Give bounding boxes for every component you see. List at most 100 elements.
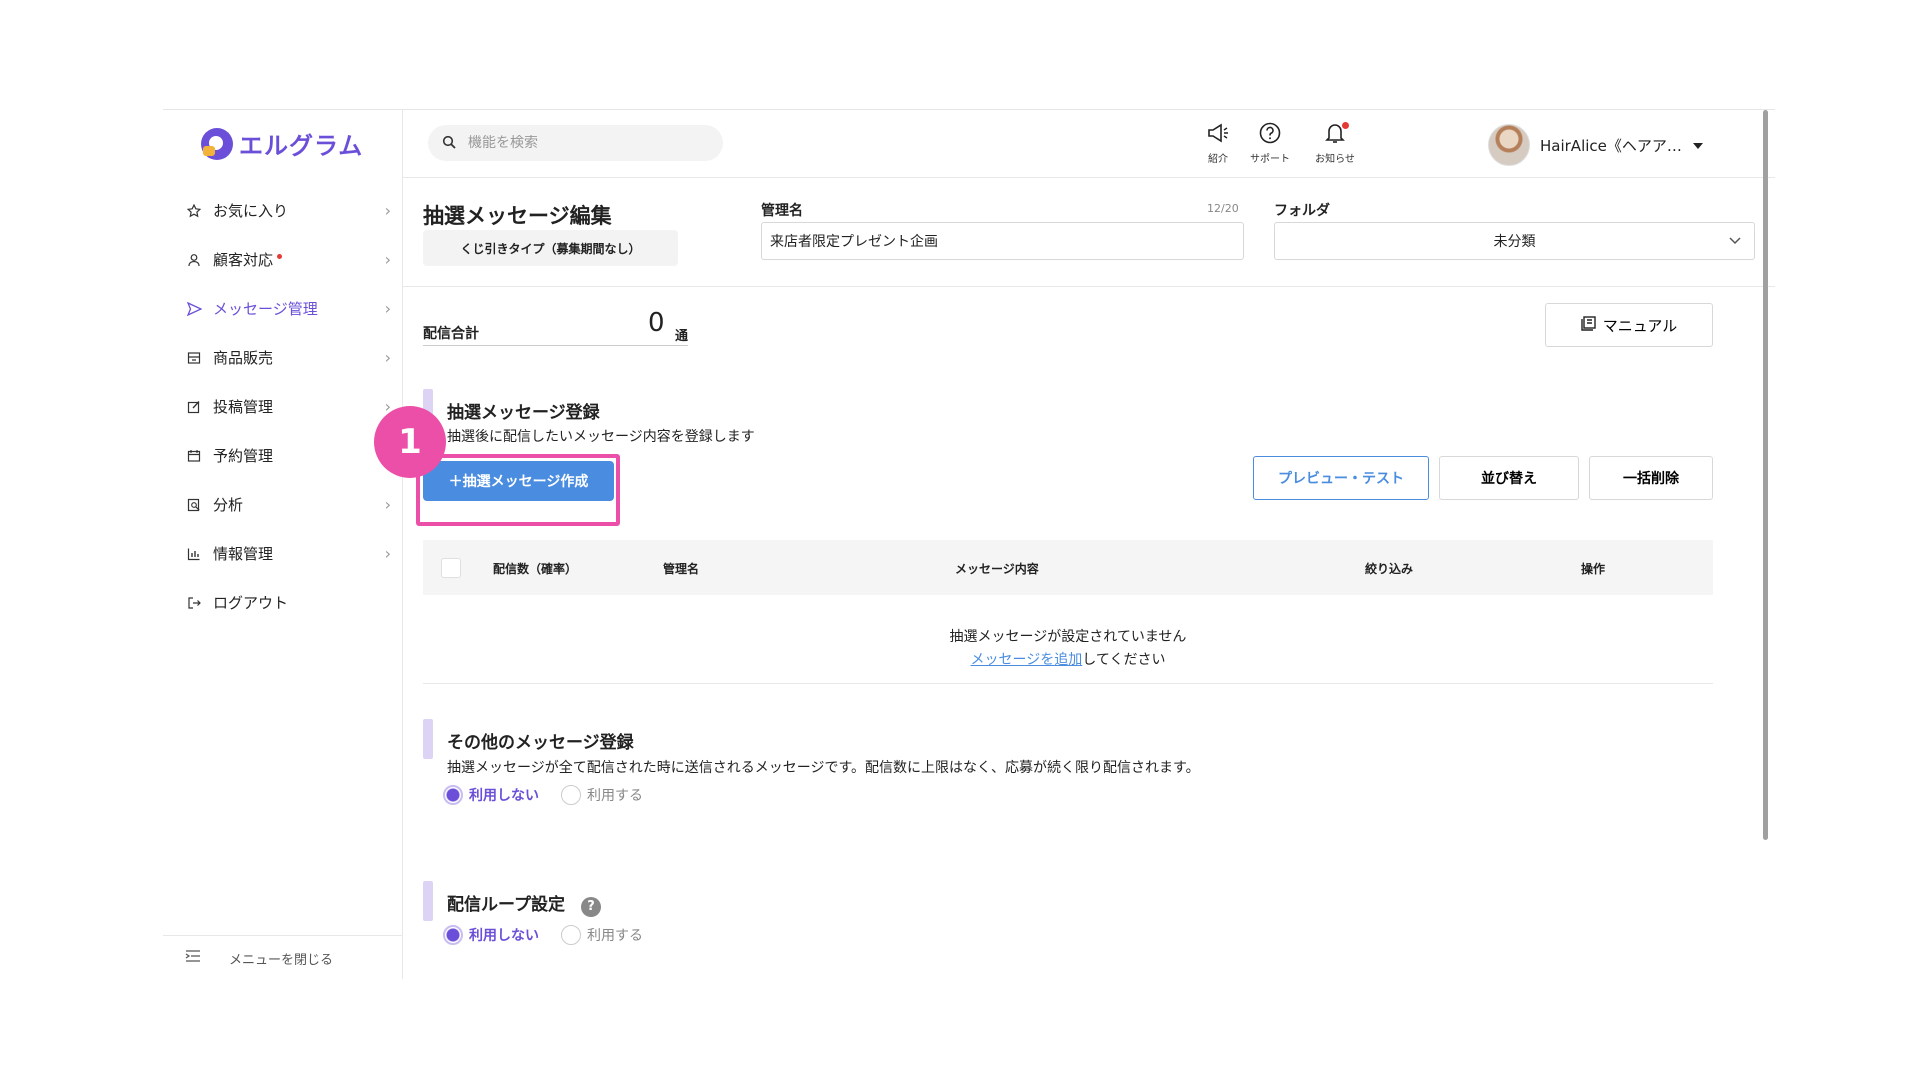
chevron-right-icon: › (384, 544, 391, 563)
notification-dot (277, 254, 283, 259)
book-icon (1581, 315, 1597, 335)
folder-value: 未分類 (1493, 234, 1536, 250)
preview-test-button[interactable]: プレビュー・テスト (1253, 456, 1429, 500)
sidebar-item-label: 投稿管理 (213, 398, 274, 416)
close-menu-button[interactable]: メニューを閉じる (163, 935, 403, 979)
analysis-icon (185, 496, 203, 514)
column-header: メッセージ内容 (955, 562, 1039, 576)
close-menu-label: メニューを閉じる (229, 952, 334, 968)
user-menu[interactable]: HairAlice《ヘアア… (1488, 124, 1704, 166)
help-icon[interactable]: ? (580, 896, 601, 917)
chevron-right-icon: › (384, 250, 391, 269)
select-all-checkbox[interactable] (441, 558, 461, 578)
sidebar-item-label: 顧客対応 (213, 251, 274, 269)
sidebar-item-label: お気に入り (213, 202, 289, 220)
logo[interactable]: エルグラム (201, 126, 363, 161)
loop-option-on[interactable]: 利用する (561, 925, 643, 945)
bulk-delete-button[interactable]: 一括削除 (1589, 456, 1713, 500)
table-header: 配信数（確率） 管理名 メッセージ内容 絞り込み 操作 (423, 540, 1713, 595)
sort-button[interactable]: 並び替え (1439, 456, 1579, 500)
radio-label: 利用しない (469, 788, 539, 804)
sidebar-nav: お気に入り › 顧客対応 › メッセージ管理 › 商品販売 › 投稿管理 › 予… (163, 186, 403, 627)
other-option-on[interactable]: 利用する (561, 785, 643, 805)
chevron-down-icon (1728, 233, 1742, 251)
loop-radio-group: 利用しない 利用する (443, 925, 643, 945)
loop-title-text: 配信ループ設定 (447, 895, 565, 915)
star-icon (185, 202, 203, 220)
menu-collapse-icon (185, 949, 201, 967)
chevron-right-icon: › (384, 495, 391, 514)
sidebar-item-label: 情報管理 (213, 545, 274, 563)
name-counter: 12/20 (1207, 202, 1239, 215)
sidebar-item-label: 分析 (213, 496, 244, 514)
section-bar (423, 881, 433, 921)
sidebar-item-customer[interactable]: 顧客対応 › (163, 235, 403, 284)
store-icon (185, 349, 203, 367)
folder-select[interactable]: 未分類 (1274, 222, 1755, 260)
sidebar-item-reservations[interactable]: 予約管理 (163, 431, 403, 480)
sidebar-item-analysis[interactable]: 分析 › (163, 480, 403, 529)
sidebar-item-label: ログアウト (213, 594, 289, 612)
radio-label: 利用する (587, 788, 643, 804)
search-input[interactable] (468, 135, 698, 151)
chevron-right-icon: › (384, 299, 391, 318)
chevron-right-icon: › (384, 348, 391, 367)
user-name: HairAlice《ヘアア… (1540, 136, 1682, 155)
search-icon (442, 134, 456, 153)
empty-message: 抽選メッセージが設定されていません (949, 629, 1187, 645)
search-box (428, 125, 723, 161)
name-field[interactable]: 来店者限定プレゼント企画 (761, 222, 1244, 260)
radio-unselected-icon (561, 925, 581, 945)
logo-text: エルグラム (239, 132, 364, 160)
calendar-icon (185, 447, 203, 465)
top-bar: 紹介 サポート お知らせ HairAlice《ヘアア… (403, 110, 1775, 178)
step-badge: 1 (374, 406, 446, 478)
scrollbar[interactable] (1763, 110, 1768, 840)
sidebar-item-info[interactable]: 情報管理 › (163, 529, 403, 578)
sidebar-item-label: 商品販売 (213, 349, 274, 367)
folder-label: フォルダ (1274, 203, 1330, 219)
other-option-off[interactable]: 利用しない (443, 785, 539, 805)
sidebar-item-logout[interactable]: ログアウト (163, 578, 403, 627)
person-icon (185, 251, 203, 269)
total-value: 0 (648, 308, 665, 338)
sidebar-item-posts[interactable]: 投稿管理 › (163, 382, 403, 431)
sidebar-item-label: メッセージ管理 (213, 300, 318, 318)
column-header: 管理名 (663, 562, 700, 576)
manual-button[interactable]: マニュアル (1545, 303, 1713, 347)
send-icon (185, 300, 203, 318)
page-title: 抽選メッセージ編集 (423, 204, 612, 228)
divider (423, 683, 1713, 684)
column-header: 操作 (1581, 562, 1606, 576)
logout-icon (185, 594, 203, 612)
other-section-title: その他のメッセージ登録 (447, 733, 634, 753)
intro-button[interactable]: 紹介 (1190, 122, 1246, 165)
radio-selected-icon (443, 785, 463, 805)
other-section-desc: 抽選メッセージが全て配信された時に送信されるメッセージです。配信数に上限はなく、… (447, 760, 1200, 776)
sidebar-item-label: 予約管理 (213, 447, 274, 465)
column-header: 絞り込み (1365, 562, 1414, 576)
loop-option-off[interactable]: 利用しない (443, 925, 539, 945)
total-unit: 通 (675, 329, 689, 344)
logo-mark-icon (201, 127, 233, 160)
radio-unselected-icon (561, 785, 581, 805)
help-circle-icon (1258, 122, 1282, 150)
sidebar-item-messages[interactable]: メッセージ管理 › (163, 284, 403, 333)
total-label: 配信合計 (423, 326, 479, 342)
other-radio-group: 利用しない 利用する (443, 785, 643, 805)
sidebar-item-sales[interactable]: 商品販売 › (163, 333, 403, 382)
notice-button[interactable]: お知らせ (1307, 122, 1363, 165)
sidebar: エルグラム お気に入り › 顧客対応 › メッセージ管理 › 商品販売 › 投稿… (163, 110, 403, 979)
create-lottery-message-button[interactable]: ＋抽選メッセージ作成 (423, 461, 614, 501)
caret-down-icon (1692, 136, 1704, 154)
manual-label: マニュアル (1602, 317, 1678, 335)
lottery-section-desc: 抽選後に配信したいメッセージ内容を登録します (447, 429, 755, 445)
add-message-link[interactable]: メッセージを追加 (971, 652, 1083, 668)
lottery-section-title: 抽選メッセージ登録 (447, 403, 600, 423)
divider (423, 345, 688, 346)
support-button[interactable]: サポート (1242, 122, 1298, 165)
divider (403, 286, 1775, 287)
avatar (1488, 124, 1530, 166)
sidebar-item-favorites[interactable]: お気に入り › (163, 186, 403, 235)
notification-dot (1342, 122, 1349, 129)
